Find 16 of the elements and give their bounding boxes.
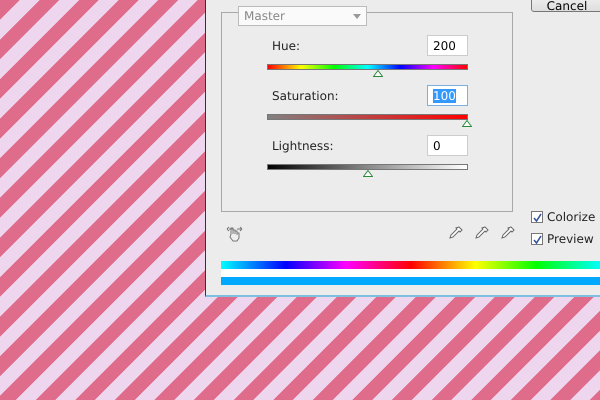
- value-field[interactable]: 0: [427, 135, 468, 156]
- adjustment-label: Saturation:: [272, 88, 339, 102]
- eyedropper-icon[interactable]: [448, 225, 464, 242]
- hand-adjust-icon[interactable]: [226, 226, 243, 242]
- value-field[interactable]: 200: [427, 35, 468, 56]
- checkbox-label: Preview: [547, 232, 594, 246]
- eyedropper-plus-icon[interactable]: [474, 225, 490, 242]
- slider-thumb[interactable]: [462, 120, 472, 127]
- checkbox[interactable]: [531, 233, 543, 245]
- caret-icon: [353, 14, 361, 18]
- adjustment-label: Hue:: [272, 38, 300, 52]
- checkbox[interactable]: [531, 211, 543, 223]
- checkbox-label: Colorize: [547, 210, 596, 224]
- cancel-button[interactable]: Cancel: [531, 0, 600, 12]
- adjustment-label: Lightness:: [272, 138, 334, 152]
- eyedropper-minus-icon[interactable]: [500, 225, 516, 242]
